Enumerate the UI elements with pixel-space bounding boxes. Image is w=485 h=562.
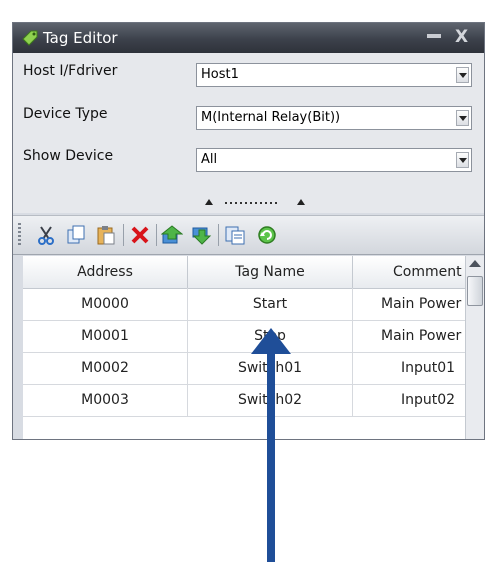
comment-cell[interactable]: Input01 [353,352,475,384]
annotation-arrow-shaft [267,352,275,562]
column-header-tag-name[interactable]: Tag Name [188,256,353,288]
chevron-down-icon[interactable] [456,110,469,126]
comment-cell[interactable]: Input02 [353,384,475,416]
cut-icon[interactable] [35,224,57,246]
show-device-value: All [201,152,218,167]
annotation-arrow-head [251,328,291,354]
address-cell[interactable]: M0003 [23,384,188,416]
address-cell[interactable]: M0002 [23,352,188,384]
show-device-label: Show Device [23,148,114,164]
table-row[interactable]: M0003 Switch02 Input02 [23,384,475,417]
toolbar-grip[interactable] [18,223,21,247]
chevron-down-icon[interactable] [456,152,469,168]
column-header-comment[interactable]: Comment [353,256,475,288]
device-type-value: M(Internal Relay(Bit)) [201,110,341,125]
host-label: Host I/Fdriver [23,63,118,79]
comment-cell[interactable]: Main Power [353,288,475,320]
minimize-icon[interactable] [427,34,441,38]
export-icon[interactable] [224,224,246,246]
toolbar [13,215,484,255]
show-device-select[interactable]: All [196,148,472,172]
address-cell[interactable]: M0001 [23,320,188,352]
grid-header: Address Tag Name Comment [23,256,475,289]
table-row[interactable]: M0000 Start Main Power [23,288,475,321]
scroll-thumb[interactable] [467,276,483,306]
address-cell[interactable]: M0000 [23,288,188,320]
close-icon[interactable]: X [455,27,468,47]
move-down-icon[interactable] [191,224,213,246]
comment-cell[interactable]: Main Power [353,320,475,352]
move-up-icon[interactable] [161,224,183,246]
device-type-select[interactable]: M(Internal Relay(Bit)) [196,106,472,130]
paste-icon[interactable] [95,224,117,246]
chevron-down-icon[interactable] [456,67,469,83]
device-type-label: Device Type [23,106,108,122]
vertical-scrollbar[interactable] [465,256,484,439]
column-header-address[interactable]: Address [23,256,188,288]
splitter-handle[interactable] [203,196,313,208]
tag-editor-window: Tag Editor X Host I/Fdriver Host1 Device… [12,22,485,440]
host-value: Host1 [201,67,239,82]
tag-name-cell[interactable]: Start [188,288,353,320]
title-bar[interactable]: Tag Editor X [13,23,484,53]
host-select[interactable]: Host1 [196,63,472,87]
scroll-up-icon[interactable] [469,260,481,267]
table-row[interactable]: M0001 Stop Main Power [23,320,475,353]
filter-form: Host I/Fdriver Host1 Device Type M(Inter… [13,53,484,213]
toolbar-separator [156,224,157,246]
table-row[interactable]: M0002 Switch01 Input01 [23,352,475,385]
toolbar-separator [218,224,219,246]
toolbar-separator [123,224,124,246]
refresh-icon[interactable] [256,224,278,246]
copy-icon[interactable] [65,224,87,246]
delete-icon[interactable] [129,224,151,246]
tag-grid: Address Tag Name Comment M0000 Start Mai… [23,256,475,439]
tag-icon [22,30,38,46]
window-title: Tag Editor [43,29,118,47]
